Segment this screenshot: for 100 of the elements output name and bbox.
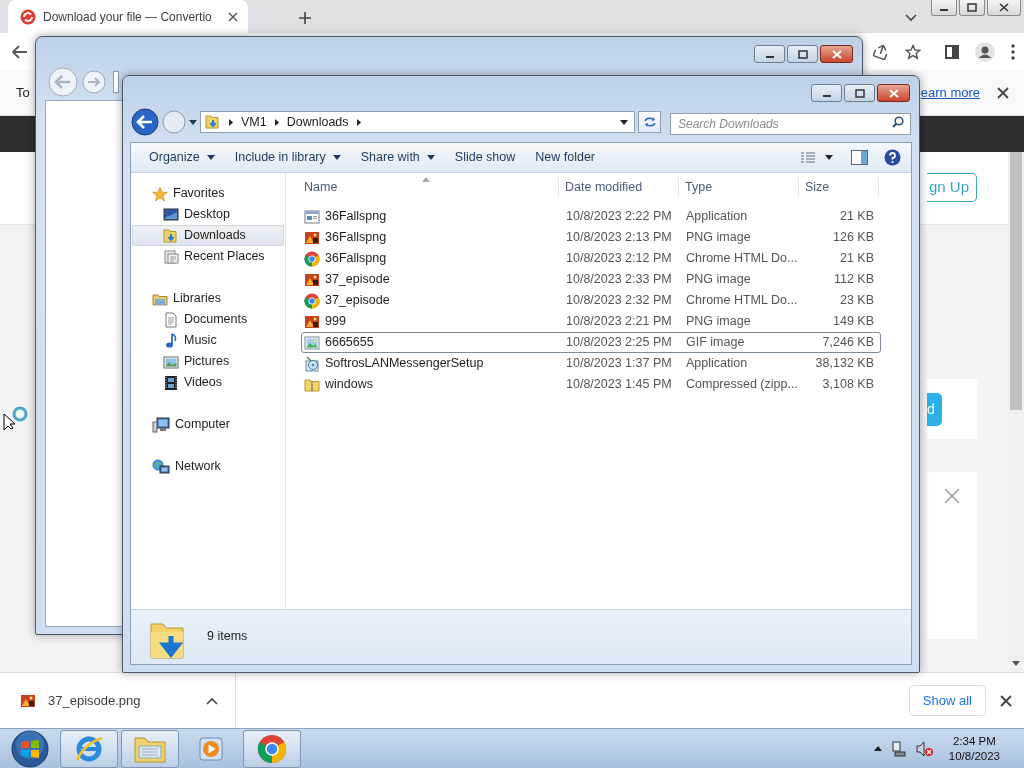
taskbar-app[interactable] [243, 729, 301, 768]
maximize-button[interactable] [787, 45, 818, 63]
nav-item[interactable]: Music [132, 330, 284, 351]
column-header[interactable]: Date modified [559, 177, 679, 198]
chrome-icon [304, 250, 320, 267]
file-name: 37_episode [325, 271, 390, 289]
maximize-button[interactable] [844, 84, 875, 102]
help-icon [884, 149, 901, 166]
forward-icon [162, 110, 186, 134]
caret-icon [426, 155, 435, 160]
browser-tab[interactable]: Download your file — Convertio [8, 0, 248, 33]
close-button[interactable] [987, 0, 1021, 16]
back-button[interactable] [12, 44, 28, 59]
file-row[interactable]: 36Fallspng 10/8/2023 2:12 PM Chrome HTML Do... 21 KB [301, 248, 881, 269]
breadcrumb-item[interactable]: VM1 [241, 112, 267, 132]
preview-pane-button[interactable] [851, 150, 868, 165]
caret-icon[interactable] [206, 696, 218, 705]
close-button[interactable] [1000, 694, 1012, 707]
recent-pages-button[interactable] [189, 119, 197, 125]
side-panel-icon [945, 44, 959, 59]
network-icon [152, 458, 170, 475]
side-panel-button[interactable] [945, 44, 959, 59]
bookmark-star-button[interactable] [905, 43, 921, 60]
size-cell-text: 112 KB [832, 271, 875, 289]
file-name: SoftrosLANMessengerSetup [325, 355, 484, 373]
minimize-button[interactable] [754, 45, 785, 63]
nav-item[interactable]: Desktop [132, 204, 284, 225]
column-header[interactable]: Size [799, 177, 879, 198]
type-cell-text: Application [685, 355, 749, 373]
file-row[interactable]: 6665655 10/8/2023 2:25 PM GIF image 7,246 KB [301, 332, 881, 353]
clock[interactable]: 2:34 PM 10/8/2023 [948, 733, 1000, 764]
nav-item[interactable]: Downloads [132, 225, 284, 246]
close-icon [999, 3, 1009, 12]
star-icon [905, 43, 921, 60]
type-cell-text: GIF image [685, 334, 746, 352]
nav-item[interactable]: Computer [132, 414, 284, 435]
size-cell-text: 126 KB [832, 229, 875, 247]
tab-search-button[interactable] [905, 14, 917, 22]
close-button[interactable] [877, 84, 910, 102]
file-row[interactable]: 36Fallspng 10/8/2023 2:13 PM PNG image 126 KB [301, 227, 881, 248]
nav-item[interactable]: Recent Places [132, 246, 284, 267]
share-button[interactable] [873, 43, 889, 60]
menu-button[interactable] [1011, 43, 1015, 60]
arrow-icon[interactable] [1012, 661, 1020, 666]
nav-item[interactable]: Favorites [132, 183, 284, 204]
arrow-icon [229, 118, 233, 126]
toolbar-button[interactable]: New folder [525, 145, 605, 170]
toolbar-button[interactable]: Include in library [224, 145, 351, 170]
date-cell-text: 10/8/2023 2:13 PM [565, 229, 673, 247]
date-cell-text: 10/8/2023 2:32 PM [565, 292, 673, 310]
videos-icon [163, 374, 179, 391]
profile-button[interactable] [975, 41, 995, 62]
minimize-button[interactable] [811, 84, 842, 102]
toolbar-button[interactable]: Organize [139, 145, 225, 170]
close-button[interactable] [820, 45, 853, 63]
caret-icon [189, 119, 197, 125]
file-row[interactable]: 37_episode 10/8/2023 2:33 PM PNG image 112 KB [301, 269, 881, 290]
file-row[interactable]: 36Fallspng 10/8/2023 2:22 PM Application 21 KB [301, 206, 881, 227]
restore-icon [967, 3, 977, 12]
nav-item[interactable]: Pictures [132, 351, 284, 372]
image-file-icon [304, 271, 320, 288]
application-icon [304, 208, 320, 225]
close-button[interactable] [997, 86, 1009, 99]
chrome-icon [304, 292, 320, 309]
taskbar-app[interactable] [60, 729, 118, 768]
file-name: 36Fallspng [325, 208, 387, 226]
column-header[interactable]: Type [679, 177, 799, 198]
show-hidden-icons-button[interactable] [873, 746, 882, 751]
star-icon [152, 185, 168, 202]
minimize-icon [940, 9, 948, 11]
maximize-icon [797, 49, 808, 59]
minimize-button[interactable] [931, 0, 957, 16]
file-row[interactable]: 37_episode 10/8/2023 2:32 PM Chrome HTML Do... 23 KB [301, 290, 881, 311]
breadcrumb-item[interactable]: Downloads [286, 112, 349, 132]
close-icon [1000, 694, 1012, 707]
image-file-icon [304, 229, 320, 246]
network-icon [890, 740, 907, 757]
file-row[interactable]: 999 10/8/2023 2:21 PM PNG image 149 KB [301, 311, 881, 332]
help-button[interactable] [884, 149, 901, 166]
search-field[interactable]: Search Downloads [670, 113, 911, 135]
nav-item[interactable]: Network [132, 456, 284, 477]
toolbar-button[interactable]: Slide show [444, 145, 526, 170]
nav-item[interactable]: Documents [132, 309, 284, 330]
refresh-button[interactable] [638, 111, 661, 133]
column-header[interactable]: Name [286, 177, 559, 198]
nav-item[interactable]: Libraries [132, 288, 284, 309]
address-field[interactable] [113, 71, 119, 93]
address-bar[interactable]: VM1 Downloads [200, 111, 635, 133]
file-row[interactable]: windows 10/8/2023 1:45 PM Compressed (zipp... 3,108 KB [301, 374, 881, 395]
back-button[interactable] [131, 108, 159, 136]
learn-more-link[interactable]: earn more [920, 82, 980, 103]
taskbar-app[interactable] [121, 729, 179, 768]
new-tab-button[interactable] [298, 11, 312, 25]
chrome-icon [257, 733, 287, 764]
nav-item[interactable]: Videos [132, 372, 284, 393]
view-options-button[interactable] [801, 151, 833, 164]
show-all-button[interactable]: Show all [908, 685, 986, 716]
toolbar-button[interactable]: Share with [350, 145, 445, 170]
restore-button[interactable] [959, 0, 985, 16]
file-row[interactable]: SoftrosLANMessengerSetup 10/8/2023 1:37 PM Application 38,132 KB [301, 353, 881, 374]
